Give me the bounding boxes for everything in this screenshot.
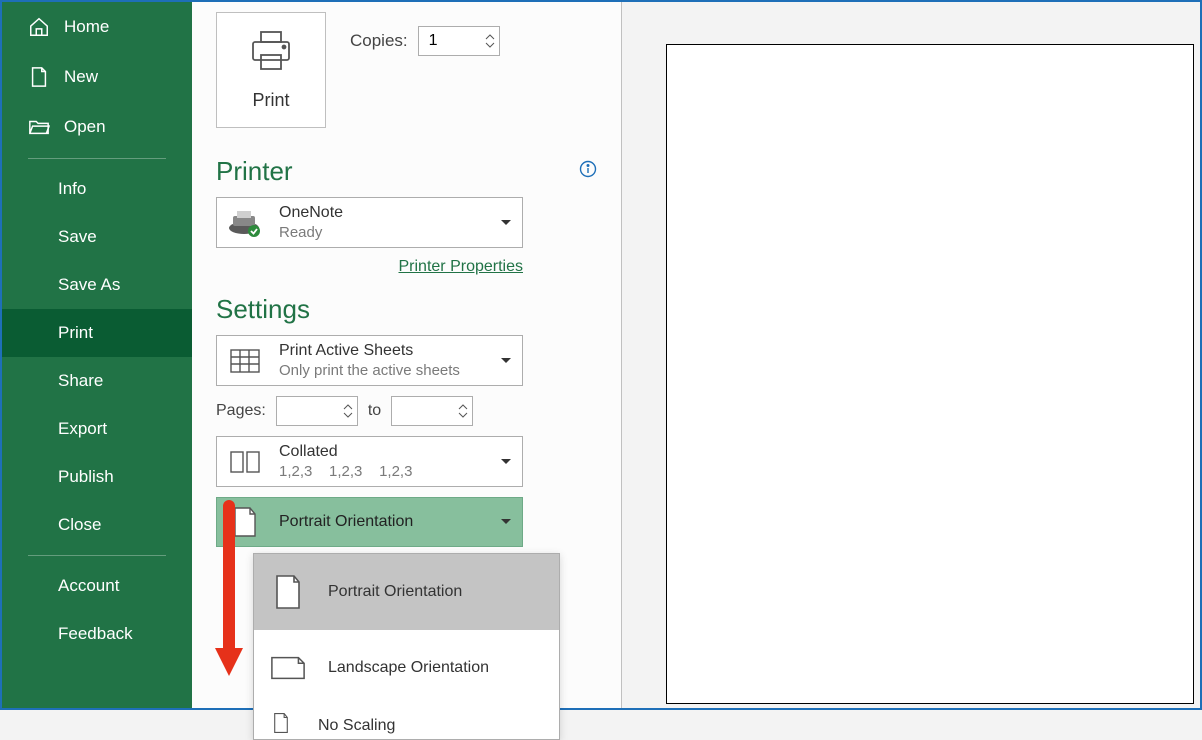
sidebar-label: Save As [58,275,120,295]
sidebar-label: Save [58,227,97,247]
chevron-down-icon[interactable] [343,411,353,419]
printer-name: OneNote [279,204,484,222]
chevron-down-icon [500,513,512,531]
collated-icon [227,444,263,480]
collation-line1: Collated [279,443,484,461]
copies-label: Copies: [350,31,408,51]
pages-from-spinner[interactable] [276,396,358,426]
printer-section-title: Printer [216,156,293,187]
sidebar-label: Share [58,371,103,391]
print-preview-pane [622,2,1200,708]
info-icon[interactable] [579,160,597,183]
sidebar-label: New [64,67,98,87]
sidebar-label: Open [64,117,106,137]
orientation-option-label: Landscape Orientation [328,659,489,677]
sidebar-item-info[interactable]: Info [2,165,192,213]
pages-to-spinner[interactable] [391,396,473,426]
chevron-up-icon[interactable] [458,403,468,411]
orientation-option-portrait[interactable]: Portrait Orientation [254,554,559,630]
copies-value: 1 [429,32,438,50]
orientation-selected: Portrait Orientation [279,513,484,531]
chevron-down-icon [500,352,512,370]
printer-icon [247,29,295,78]
copies-spinner[interactable]: 1 [418,26,500,56]
new-doc-icon [28,66,50,88]
pages-label: Pages: [216,402,266,420]
sidebar-label: Publish [58,467,114,487]
page-icon [270,712,296,739]
print-what-line2: Only print the active sheets [279,362,484,379]
sidebar-label: Feedback [58,624,133,644]
sidebar-divider [28,555,166,556]
sidebar-item-publish[interactable]: Publish [2,453,192,501]
sidebar-label: Account [58,576,119,596]
folder-open-icon [28,116,50,138]
printer-ready-icon [227,205,263,241]
printer-status: Ready [279,224,484,241]
sidebar-item-account[interactable]: Account [2,562,192,610]
landscape-page-icon [270,648,306,688]
sidebar-label: Close [58,515,101,535]
printer-properties-link[interactable]: Printer Properties [216,258,523,276]
orientation-dropdown[interactable]: Portrait Orientation [216,497,523,547]
sidebar-label: Print [58,323,93,343]
settings-section-title: Settings [216,294,310,325]
orientation-option-label: Portrait Orientation [328,583,462,601]
print-what-dropdown[interactable]: Print Active Sheets Only print the activ… [216,335,523,386]
annotation-arrow-icon [209,500,249,685]
orientation-option-landscape[interactable]: Landscape Orientation [254,630,559,706]
scaling-dropdown-peek[interactable]: No Scaling [254,706,559,739]
portrait-page-icon [270,572,306,612]
sidebar-item-export[interactable]: Export [2,405,192,453]
printer-dropdown[interactable]: OneNote Ready [216,197,523,248]
print-button[interactable]: Print [216,12,326,128]
sidebar-item-close[interactable]: Close [2,501,192,549]
chevron-down-icon[interactable] [458,411,468,419]
chevron-down-icon [500,453,512,471]
sidebar-label: Home [64,17,109,37]
collation-line2: 1,2,3 1,2,3 1,2,3 [279,463,484,480]
chevron-up-icon[interactable] [485,33,495,41]
backstage-sidebar: Home New Open Info Save Save As Print Sh… [2,2,192,708]
pages-to-label: to [368,402,381,420]
sidebar-item-save-as[interactable]: Save As [2,261,192,309]
orientation-dropdown-menu: Portrait Orientation Landscape Orientati… [253,553,560,740]
chevron-down-icon [500,214,512,232]
preview-page [666,44,1194,704]
chevron-up-icon[interactable] [343,403,353,411]
scaling-label: No Scaling [318,717,395,735]
sidebar-label: Export [58,419,107,439]
print-button-label: Print [252,90,289,111]
sidebar-label: Info [58,179,86,199]
collation-dropdown[interactable]: Collated 1,2,3 1,2,3 1,2,3 [216,436,523,487]
sidebar-item-feedback[interactable]: Feedback [2,610,192,658]
sidebar-item-print[interactable]: Print [2,309,192,357]
chevron-down-icon[interactable] [485,41,495,49]
sidebar-item-home[interactable]: Home [2,2,192,52]
home-icon [28,16,50,38]
sidebar-divider [28,158,166,159]
print-what-line1: Print Active Sheets [279,342,484,360]
sidebar-item-share[interactable]: Share [2,357,192,405]
sidebar-item-save[interactable]: Save [2,213,192,261]
sidebar-item-new[interactable]: New [2,52,192,102]
sidebar-item-open[interactable]: Open [2,102,192,152]
sheets-icon [227,343,263,379]
